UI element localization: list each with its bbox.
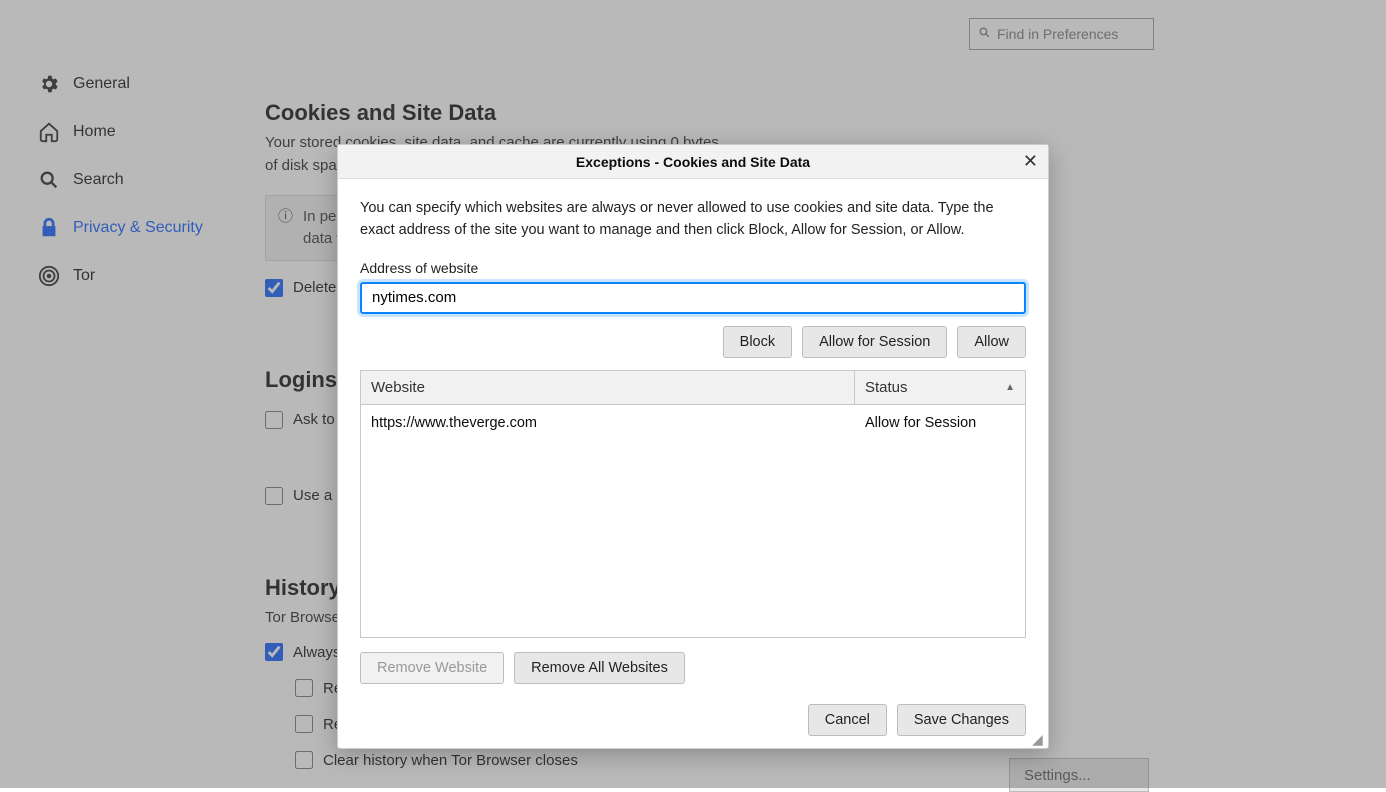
allow-session-button[interactable]: Allow for Session xyxy=(802,326,947,358)
table-row[interactable]: https://www.theverge.com Allow for Sessi… xyxy=(361,405,1025,441)
address-label: Address of website xyxy=(360,260,1026,276)
address-input[interactable] xyxy=(360,282,1026,314)
column-status[interactable]: Status ▲ xyxy=(855,371,1025,404)
column-website[interactable]: Website xyxy=(361,371,855,404)
block-button[interactable]: Block xyxy=(723,326,792,358)
remove-all-websites-button[interactable]: Remove All Websites xyxy=(514,652,685,684)
close-icon[interactable]: ✕ xyxy=(1023,151,1038,172)
save-changes-button[interactable]: Save Changes xyxy=(897,704,1026,736)
dialog-title: Exceptions - Cookies and Site Data xyxy=(576,154,810,170)
exceptions-table: Website Status ▲ https://www.theverge.co… xyxy=(360,370,1026,638)
dialog-description: You can specify which websites are alway… xyxy=(360,197,1026,242)
modal-overlay: Exceptions - Cookies and Site Data ✕ You… xyxy=(0,0,1386,788)
row-status: Allow for Session xyxy=(855,415,1025,431)
cancel-button[interactable]: Cancel xyxy=(808,704,887,736)
sort-asc-icon: ▲ xyxy=(1005,382,1015,393)
dialog-header: Exceptions - Cookies and Site Data ✕ xyxy=(338,145,1048,179)
resize-grip-icon[interactable]: ◢ xyxy=(1032,732,1046,746)
allow-button[interactable]: Allow xyxy=(957,326,1026,358)
exceptions-dialog: Exceptions - Cookies and Site Data ✕ You… xyxy=(337,144,1049,749)
remove-website-button: Remove Website xyxy=(360,652,504,684)
row-website: https://www.theverge.com xyxy=(361,415,855,431)
